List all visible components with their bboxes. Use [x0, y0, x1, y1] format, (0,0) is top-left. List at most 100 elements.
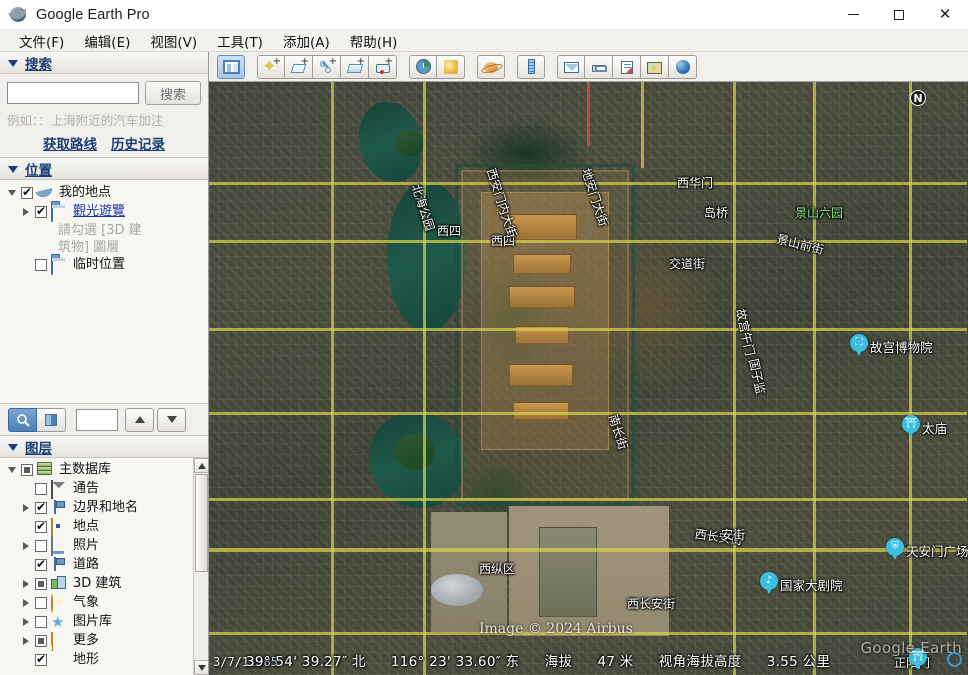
places-zoom-field[interactable]	[76, 409, 118, 431]
scrollbar-thumb[interactable]	[195, 474, 208, 572]
expander-icon[interactable]	[6, 185, 18, 201]
search-input[interactable]	[7, 82, 139, 104]
add-placemark-button[interactable]: ✦+	[257, 55, 285, 79]
expander-icon[interactable]	[20, 204, 32, 220]
palace-hall	[509, 286, 575, 308]
chevron-down-icon	[8, 444, 18, 451]
layers-tree: 主数据库 通告 边界和地名	[0, 458, 208, 675]
checkbox[interactable]	[35, 259, 47, 271]
checkbox[interactable]	[35, 559, 47, 571]
sunlight-button[interactable]	[437, 55, 465, 79]
checkbox[interactable]	[35, 483, 47, 495]
checkbox[interactable]	[21, 187, 33, 199]
print-button[interactable]	[585, 55, 613, 79]
palace-hall	[507, 214, 577, 240]
menu-add[interactable]: 添加(A)	[276, 29, 337, 53]
search-hint: 例如：：上海附近的汽车加注	[7, 110, 201, 129]
places-move-down-button[interactable]	[157, 408, 186, 432]
toolbar-group-ruler	[517, 55, 545, 79]
checkbox[interactable]	[35, 654, 47, 666]
layer-gallery[interactable]: ★ 图片库	[0, 613, 208, 632]
record-tour-button[interactable]: +	[369, 55, 397, 79]
add-path-button[interactable]: +	[313, 55, 341, 79]
historical-imagery-button[interactable]	[409, 55, 437, 79]
layer-label: 图片库	[73, 614, 112, 630]
expander-icon	[20, 519, 32, 535]
google-earth-watermark: Google Earth	[861, 639, 963, 657]
checkbox[interactable]	[35, 578, 47, 590]
database-icon	[37, 462, 54, 478]
get-directions-link[interactable]: 获取路线	[43, 133, 97, 153]
add-polygon-button[interactable]: +	[285, 55, 313, 79]
water-beihai	[387, 182, 465, 332]
close-button[interactable]: ✕	[922, 0, 968, 30]
scroll-up-button[interactable]	[194, 458, 208, 473]
places-move-up-button[interactable]	[125, 408, 154, 432]
planet-icon	[484, 62, 498, 73]
places-temporary[interactable]: 临时位置	[0, 256, 208, 275]
map-viewport[interactable]: N 北海公园 西四 西四 西安门内大街 地安门大街 岛桥 景山六园 景山前街 交…	[209, 82, 968, 675]
layer-photos[interactable]: 照片	[0, 537, 208, 556]
checkbox[interactable]	[35, 635, 47, 647]
expander-icon[interactable]	[20, 595, 32, 611]
layer-places[interactable]: 地点	[0, 518, 208, 537]
layer-more[interactable]: 更多	[0, 632, 208, 651]
menu-view[interactable]: 视图(V)	[143, 29, 204, 53]
email-button[interactable]	[557, 55, 585, 79]
view-in-maps-button[interactable]	[641, 55, 669, 79]
places-search-button[interactable]	[8, 408, 37, 432]
road-horizontal	[209, 412, 967, 415]
globe-view-button[interactable]	[669, 55, 697, 79]
places-play-tour-button[interactable]	[37, 408, 66, 432]
layer-roads[interactable]: 道路	[0, 556, 208, 575]
save-image-button[interactable]	[613, 55, 641, 79]
layers-panel-header[interactable]: 图层	[0, 436, 208, 458]
places-folder-tour[interactable]: 觀光遊覽	[0, 203, 208, 222]
minimize-button[interactable]	[830, 0, 876, 30]
expander-icon[interactable]	[20, 576, 32, 592]
layer-3d-buildings[interactable]: 3D 建筑	[0, 575, 208, 594]
layer-announcements[interactable]: 通告	[0, 480, 208, 499]
expander-icon[interactable]	[20, 614, 32, 630]
road-vertical	[331, 82, 334, 675]
more-icon	[51, 633, 68, 649]
checkbox[interactable]	[35, 616, 47, 628]
checkbox[interactable]	[35, 521, 47, 533]
layer-borders-labels[interactable]: 边界和地名	[0, 499, 208, 518]
layer-primary-database[interactable]: 主数据库	[0, 461, 208, 480]
checkbox[interactable]	[21, 464, 33, 476]
history-link[interactable]: 历史记录	[111, 133, 165, 153]
toggle-sidebar-button[interactable]	[217, 55, 245, 79]
places-item-label: 我的地点	[59, 185, 111, 201]
layers-scrollbar[interactable]	[193, 458, 208, 675]
expander-icon[interactable]	[20, 500, 32, 516]
places-my-places[interactable]: 我的地点	[0, 184, 208, 203]
expander-icon[interactable]	[6, 462, 18, 478]
imagery-date-highlight: 1985	[249, 655, 278, 669]
places-panel-header[interactable]: 位置	[0, 158, 208, 180]
menu-bar: 文件(F) 编辑(E) 视图(V) 工具(T) 添加(A) 帮助(H)	[0, 30, 968, 52]
checkbox[interactable]	[35, 540, 47, 552]
expander-icon[interactable]	[20, 633, 32, 649]
checkbox[interactable]	[35, 206, 47, 218]
search-button[interactable]: 搜索	[145, 81, 201, 105]
layer-weather[interactable]: 气象	[0, 594, 208, 613]
places-item-label[interactable]: 觀光遊覽	[73, 204, 125, 220]
add-image-overlay-button[interactable]: +	[341, 55, 369, 79]
layer-label: 地形	[73, 652, 99, 668]
menu-tools[interactable]: 工具(T)	[210, 29, 270, 53]
menu-file[interactable]: 文件(F)	[12, 29, 71, 53]
search-panel-header[interactable]: 搜索	[0, 52, 208, 74]
menu-edit[interactable]: 编辑(E)	[77, 29, 137, 53]
checkbox[interactable]	[35, 502, 47, 514]
ruler-button[interactable]	[517, 55, 545, 79]
planets-button[interactable]	[477, 55, 505, 79]
menu-help[interactable]: 帮助(H)	[343, 29, 405, 53]
checkbox[interactable]	[35, 597, 47, 609]
palace-hall	[513, 402, 569, 420]
layer-terrain[interactable]: 地形	[0, 651, 208, 670]
sunlight-icon	[444, 60, 458, 74]
maximize-button[interactable]	[876, 0, 922, 30]
expander-icon[interactable]	[20, 538, 32, 554]
scroll-down-button[interactable]	[194, 660, 208, 675]
